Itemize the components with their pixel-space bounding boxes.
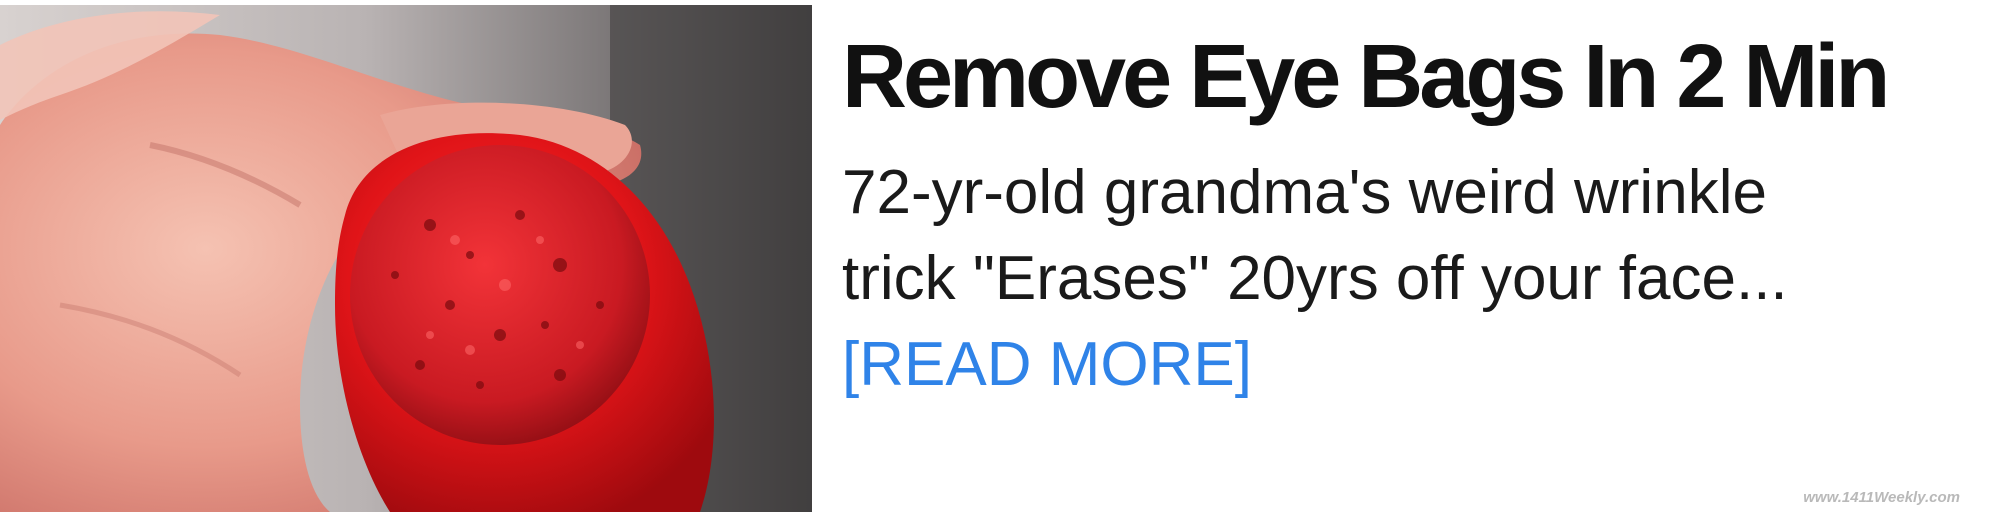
ad-unit[interactable]: Remove Eye Bags In 2 Min 72-yr-old grand… <box>0 0 1998 516</box>
watermark: www.1411Weekly.com <box>1803 489 1960 506</box>
ad-photo[interactable] <box>0 5 812 512</box>
ad-body[interactable]: 72-yr-old grandma's weird wrinkle trick … <box>842 150 1962 408</box>
ad-body-line-1: 72-yr-old grandma's weird wrinkle <box>842 158 1767 227</box>
hand-holding-red-potato-image <box>0 5 812 512</box>
ad-body-line-2: trick "Erases" 20yrs off your face... <box>842 244 1788 313</box>
ad-headline[interactable]: Remove Eye Bags In 2 Min <box>842 32 1890 122</box>
read-more-link[interactable]: [READ MORE] <box>842 322 1962 408</box>
